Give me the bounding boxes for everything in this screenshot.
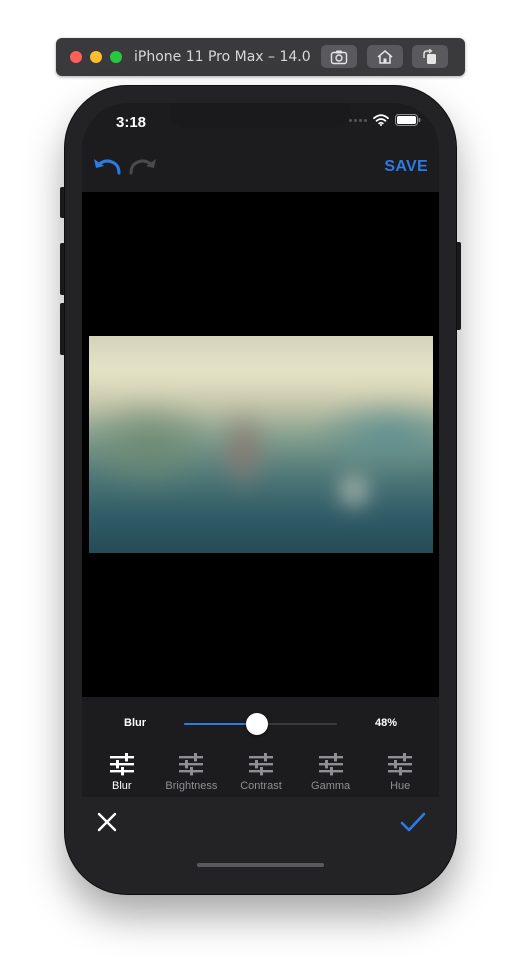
notch: [170, 103, 351, 128]
redo-button[interactable]: [128, 156, 158, 178]
redo-icon: [129, 159, 156, 175]
status-time: 3:18: [116, 114, 147, 131]
tool-brightness[interactable]: Brightness: [157, 752, 227, 794]
tool-hue[interactable]: Hue: [365, 752, 435, 794]
status-icons: [349, 114, 421, 126]
wifi-icon: [373, 114, 389, 126]
confirm-button[interactable]: [400, 811, 426, 833]
cellular-dots-icon: [349, 118, 367, 122]
simulator-title: iPhone 11 Pro Max – 14.0: [134, 49, 311, 65]
tool-contrast[interactable]: Contrast: [226, 752, 296, 794]
undo-icon: [94, 159, 121, 175]
blur-slider[interactable]: [184, 713, 337, 735]
tool-label: Blur: [112, 780, 132, 792]
save-button[interactable]: SAVE: [384, 158, 428, 176]
tool-bar: Blur Brightness Contrast Gamma Hue: [87, 752, 435, 794]
rotate-icon: [423, 48, 436, 64]
adjustment-panel: Blur 48% Blur Brightness Contrast Gamma …: [82, 697, 439, 797]
screenshot-icon: [330, 50, 348, 64]
close-icon: [97, 812, 117, 832]
tool-label: Gamma: [311, 780, 351, 792]
tool-label: Hue: [390, 780, 411, 792]
close-window-button[interactable]: [70, 51, 82, 63]
tool-blur[interactable]: Blur: [87, 752, 157, 794]
sliders-icon: [109, 753, 134, 776]
image-canvas: [82, 192, 439, 697]
slider-value: 48%: [374, 717, 397, 729]
sliders-icon: [318, 753, 343, 776]
phone-screen: 3:18 SAVE Blur 48% Blur Brightness Contr…: [82, 103, 439, 877]
bottom-bar: [82, 797, 439, 877]
rotate-button[interactable]: [412, 45, 448, 68]
slider-thumb[interactable]: [246, 713, 268, 735]
phone-frame: 3:18 SAVE Blur 48% Blur Brightness Contr…: [65, 86, 456, 894]
slider-label: Blur: [124, 717, 146, 729]
checkmark-icon: [400, 812, 426, 832]
tool-gamma[interactable]: Gamma: [296, 752, 366, 794]
sliders-icon: [179, 753, 204, 776]
minimize-window-button[interactable]: [90, 51, 102, 63]
sliders-icon: [248, 753, 273, 776]
zoom-window-button[interactable]: [110, 51, 122, 63]
home-icon: [377, 49, 393, 64]
screenshot-button[interactable]: [321, 45, 357, 68]
battery-icon: [395, 114, 421, 126]
tool-label: Contrast: [240, 780, 282, 792]
home-button[interactable]: [367, 45, 403, 68]
simulator-title-bar: iPhone 11 Pro Max – 14.0: [56, 38, 465, 76]
home-indicator[interactable]: [197, 863, 324, 867]
undo-button[interactable]: [92, 156, 122, 178]
cancel-button[interactable]: [96, 811, 118, 833]
blurred-photo: [89, 336, 433, 553]
sliders-icon: [388, 753, 413, 776]
tool-label: Brightness: [165, 780, 218, 792]
